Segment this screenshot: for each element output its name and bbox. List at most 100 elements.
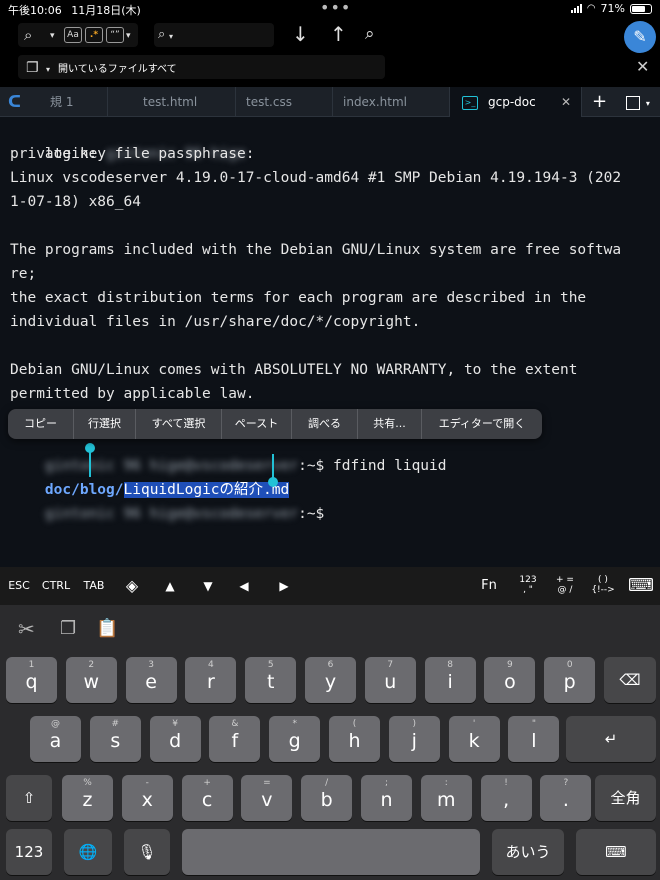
key-label: e [145, 671, 157, 693]
signal-icon [570, 4, 582, 13]
key-f[interactable]: & f [209, 716, 261, 762]
menu-select-line[interactable]: 行選択 [74, 409, 136, 439]
blurred-prompt: gintonic 96 hige@vscodeserver [44, 506, 299, 522]
key-j[interactable]: ) j [388, 716, 440, 762]
status-time: 午後10:06 11月18日(木) [8, 2, 141, 18]
magnifier-folder-icon[interactable]: ⌕ [24, 26, 32, 44]
terminal-line: re; [10, 266, 37, 282]
key-x[interactable]: -x [121, 775, 173, 821]
microphone-icon[interactable]: 🎙 [124, 829, 170, 875]
paste-icon[interactable]: 📋 [96, 617, 118, 641]
key-h[interactable]: (h [329, 716, 380, 762]
key-t[interactable]: 5t [245, 657, 297, 703]
replace-icon[interactable]: ⌕ [365, 25, 375, 43]
key-k[interactable]: ' k [448, 716, 500, 762]
arrow-left-key[interactable]: ◀ [232, 567, 256, 605]
tab-gcp-doc[interactable]: >_ gcp-doc ✕ [450, 87, 582, 117]
key-z[interactable]: % z [62, 775, 113, 821]
key-u[interactable]: 7u [364, 657, 416, 703]
selection-start-handle[interactable] [85, 443, 95, 477]
key-label: x [141, 789, 153, 811]
key-r[interactable]: 4r [185, 657, 237, 703]
key-y[interactable]: 6y [305, 657, 356, 703]
selection-end-handle[interactable] [268, 454, 278, 487]
close-icon[interactable]: ✕ [636, 58, 649, 76]
key-v[interactable]: = v [241, 775, 293, 821]
numbers-key[interactable]: 123 , " [512, 567, 544, 605]
regex-toggle[interactable]: .* [85, 27, 103, 43]
arrow-right-key[interactable]: ▶ [272, 567, 296, 605]
tab-test-html[interactable]: test.html [133, 87, 236, 117]
key-d[interactable]: ¥ d [149, 716, 201, 762]
key-label: g [288, 730, 301, 752]
key-comma[interactable]: !, [480, 775, 532, 821]
status-clock: 午後10:06 [8, 4, 62, 17]
hide-keyboard-icon[interactable]: ⌨ [576, 829, 656, 875]
symbols-key[interactable]: + = @ / [550, 567, 580, 605]
ctrl-key[interactable]: CTRL [40, 567, 72, 605]
space-key[interactable] [182, 829, 480, 875]
key-n[interactable]: ; n [361, 775, 412, 821]
terminal-output[interactable]: login: gintonic 96 hige private key file… [0, 117, 660, 567]
arrow-up-icon[interactable]: ↑ [330, 24, 347, 44]
whole-word-toggle[interactable]: “” [106, 27, 124, 43]
backspace-key[interactable]: ⌫ [604, 657, 656, 703]
arrow-pad-icon[interactable]: ◈ [118, 567, 146, 605]
key-c[interactable]: + c [181, 775, 233, 821]
globe-icon[interactable]: 🌐 [64, 829, 112, 875]
menu-open-in-editor[interactable]: エディターで開く [422, 409, 542, 439]
arrow-up-key[interactable]: ▲ [158, 567, 182, 605]
key-b[interactable]: / b [301, 775, 353, 821]
menu-look-up[interactable]: 調べる [292, 409, 358, 439]
key-l[interactable]: " l [508, 716, 560, 762]
multitasking-dots[interactable]: ••• [320, 0, 351, 17]
key-s[interactable]: # s [89, 716, 141, 762]
menu-paste[interactable]: ペースト [222, 409, 292, 439]
key-w[interactable]: 2w [65, 657, 117, 703]
menu-select-all[interactable]: すべて選択 [136, 409, 222, 439]
tab-untitled[interactable]: 規 1 [40, 87, 108, 117]
menu-copy[interactable]: コピー [8, 409, 74, 439]
tab-key[interactable]: TAB [80, 567, 108, 605]
case-sensitive-toggle[interactable]: Aa [64, 27, 82, 43]
chevron-down-icon[interactable]: ▾ [50, 27, 55, 45]
new-tab-button[interactable]: + [582, 87, 616, 117]
square-icon [626, 95, 640, 110]
key-p[interactable]: 0p [544, 657, 596, 703]
key-period[interactable]: ?. [540, 775, 592, 821]
arrow-down-key[interactable]: ▼ [196, 567, 220, 605]
return-key[interactable]: ↵ [566, 716, 656, 762]
kana-key[interactable]: あいう [492, 829, 564, 875]
copy-icon[interactable]: ❐ [60, 617, 76, 641]
key-label: h [348, 730, 361, 752]
chevron-down-icon[interactable]: ▾ [126, 27, 131, 45]
esc-key[interactable]: ESC [4, 567, 34, 605]
tab-test-css[interactable]: test.css [236, 87, 333, 117]
key-label: ↵ [604, 730, 618, 748]
shift-key[interactable]: ⇧ [6, 775, 52, 821]
tab-index-html[interactable]: index.html [333, 87, 450, 117]
fn-key[interactable]: Fn [476, 567, 502, 605]
menu-share[interactable]: 共有... [358, 409, 422, 439]
arrow-down-icon[interactable]: ↓ [292, 24, 309, 44]
key-i[interactable]: 8i [424, 657, 476, 703]
key-label: d [169, 730, 182, 752]
close-icon[interactable]: ✕ [561, 87, 571, 117]
search-input[interactable]: ⌕ ▾ [154, 23, 274, 47]
search-scope-select[interactable]: ❐ ▾ 開いているファイルすべて [18, 55, 385, 79]
key-o[interactable]: 9o [484, 657, 536, 703]
zenkaku-key[interactable]: 全角 [595, 775, 656, 821]
keyboard-hide-icon[interactable]: ⌨ [626, 567, 656, 605]
key-m[interactable]: :m [420, 775, 472, 821]
key-q[interactable]: 1q [6, 657, 57, 703]
numbers-key[interactable]: 123 [6, 829, 52, 875]
brackets-key[interactable]: ( ) {!--> [588, 567, 618, 605]
key-a[interactable]: @ a [30, 716, 81, 762]
key-e[interactable]: 3e [125, 657, 177, 703]
app-logo-icon[interactable]: ᑕ [0, 87, 40, 117]
window-menu-button[interactable]: ▾ [616, 87, 660, 117]
key-label: w [83, 671, 100, 693]
scissors-icon[interactable]: ✂ [18, 617, 35, 641]
key-g[interactable]: * g [269, 716, 321, 762]
compose-icon[interactable]: ✎ [624, 21, 656, 53]
